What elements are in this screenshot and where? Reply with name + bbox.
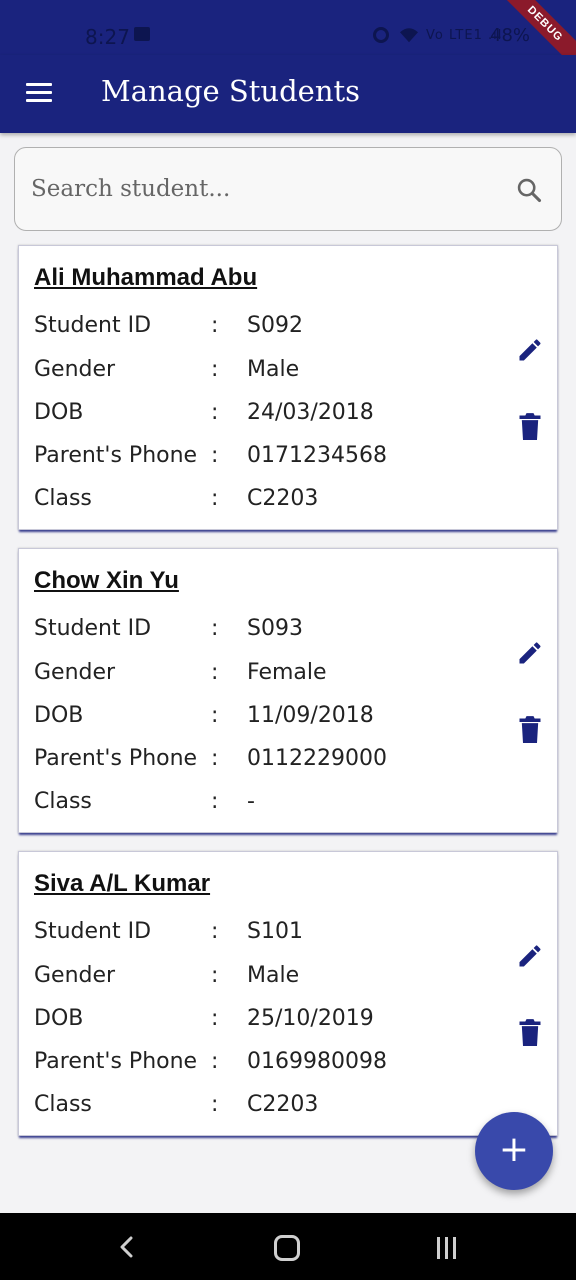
field-label: Parent's Phone [34, 1049, 198, 1074]
field-separator: : [211, 1049, 219, 1074]
parent-phone-value: 0112229000 [247, 746, 387, 771]
add-student-button[interactable]: + [475, 1112, 553, 1190]
field-label: Gender [34, 963, 116, 988]
student-name: Siva A/L Kumar [34, 870, 211, 897]
add-icon: + [498, 1129, 530, 1170]
field-label: Class [34, 789, 92, 814]
class-value: - [247, 789, 255, 814]
dob-value: 11/09/2018 [247, 703, 374, 728]
app-bar: Manage Students [0, 55, 576, 133]
wifi-icon [400, 28, 418, 43]
field-separator: : [211, 919, 219, 944]
student-id-value: S092 [247, 313, 303, 338]
field-separator: : [211, 313, 219, 338]
field-label: Gender [34, 357, 116, 382]
field-label: Parent's Phone [34, 443, 198, 468]
field-separator: : [211, 703, 219, 728]
student-card: Ali Muhammad Abu Student ID : S092 Gende… [18, 245, 558, 530]
dob-value: 25/10/2019 [247, 1006, 374, 1031]
delete-icon[interactable] [519, 1018, 541, 1046]
gender-value: Male [247, 963, 300, 988]
field-label: DOB [34, 703, 84, 728]
page-title: Manage Students [101, 74, 361, 108]
class-value: C2203 [247, 1092, 319, 1117]
field-label: Student ID [34, 616, 152, 641]
field-separator: : [211, 400, 219, 425]
field-separator: : [211, 486, 219, 511]
field-separator: : [211, 616, 219, 641]
system-nav-bar [0, 1213, 576, 1280]
recent-apps-icon[interactable] [437, 1237, 461, 1259]
parent-phone-value: 0171234568 [247, 443, 387, 468]
search-box [14, 147, 562, 231]
status-bar: 8:27 Vo LTE1 .ıl 48% DEBUG [0, 0, 576, 78]
field-label: Student ID [34, 919, 152, 944]
gender-value: Male [247, 357, 300, 382]
field-label: DOB [34, 400, 84, 425]
menu-icon[interactable] [26, 83, 52, 103]
field-label: Class [34, 1092, 92, 1117]
class-value: C2203 [247, 486, 319, 511]
edit-icon[interactable] [516, 942, 544, 970]
field-separator: : [211, 443, 219, 468]
student-card: Chow Xin Yu Student ID : S093 Gender : F… [18, 548, 558, 833]
delete-icon[interactable] [519, 715, 541, 743]
student-id-value: S093 [247, 616, 303, 641]
alarm-icon [373, 27, 389, 43]
gender-value: Female [247, 660, 327, 685]
field-label: Gender [34, 660, 116, 685]
home-icon[interactable] [274, 1235, 300, 1261]
parent-phone-value: 0169980098 [247, 1049, 387, 1074]
battery-level: 48% [490, 25, 531, 46]
image-notification-icon [134, 27, 150, 41]
search-icon[interactable] [515, 176, 543, 204]
field-label: Student ID [34, 313, 152, 338]
student-id-value: S101 [247, 919, 303, 944]
field-separator: : [211, 357, 219, 382]
field-separator: : [211, 1006, 219, 1031]
field-label: DOB [34, 1006, 84, 1031]
back-icon[interactable] [116, 1235, 138, 1259]
delete-icon[interactable] [519, 412, 541, 440]
edit-icon[interactable] [516, 639, 544, 667]
edit-icon[interactable] [516, 336, 544, 364]
dob-value: 24/03/2018 [247, 400, 374, 425]
field-separator: : [211, 789, 219, 814]
field-separator: : [211, 963, 219, 988]
field-separator: : [211, 1092, 219, 1117]
student-name: Ali Muhammad Abu [34, 264, 258, 291]
field-separator: : [211, 660, 219, 685]
field-label: Class [34, 486, 92, 511]
search-input[interactable] [31, 168, 501, 210]
field-label: Parent's Phone [34, 746, 198, 771]
student-card: Siva A/L Kumar Student ID : S101 Gender … [18, 851, 558, 1136]
student-name: Chow Xin Yu [34, 567, 179, 594]
field-separator: : [211, 746, 219, 771]
status-time: 8:27 [85, 25, 130, 49]
